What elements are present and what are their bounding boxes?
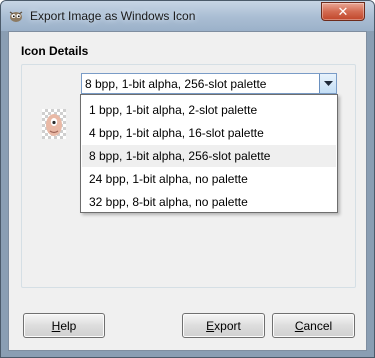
dialog-client-area: Icon Details 8 bpp, 1-bit alpha, 256-slo…	[8, 31, 367, 351]
dialog-window: Export Image as Windows Icon ✕ Icon Deta…	[0, 0, 375, 358]
cancel-mnemonic: C	[294, 318, 304, 333]
window-title: Export Image as Windows Icon	[30, 9, 196, 23]
format-option[interactable]: 24 bpp, 1-bit alpha, no palette	[82, 168, 336, 190]
format-select[interactable]: 8 bpp, 1-bit alpha, 256-slot palette	[81, 73, 337, 94]
title-bar[interactable]: Export Image as Windows Icon ✕	[1, 1, 374, 31]
export-button[interactable]: Export	[182, 313, 265, 338]
chevron-down-icon	[323, 80, 333, 86]
format-option[interactable]: 1 bpp, 1-bit alpha, 2-slot palette	[82, 99, 336, 121]
format-select-button[interactable]	[319, 74, 336, 93]
help-mnemonic: H	[51, 318, 61, 333]
help-button[interactable]: Help	[23, 313, 105, 338]
section-title: Icon Details	[21, 44, 89, 58]
icon-preview-thumbnail	[42, 109, 66, 139]
format-option[interactable]: 4 bpp, 1-bit alpha, 16-slot palette	[82, 122, 336, 144]
format-option[interactable]: 32 bpp, 8-bit alpha, no palette	[82, 191, 336, 213]
cancel-label: ancel	[303, 318, 333, 333]
export-mnemonic: E	[206, 318, 215, 333]
close-button[interactable]: ✕	[321, 2, 365, 21]
format-select-value: 8 bpp, 1-bit alpha, 256-slot palette	[85, 77, 267, 91]
help-label: elp	[60, 318, 77, 333]
cancel-button[interactable]: Cancel	[272, 313, 355, 338]
close-icon: ✕	[337, 3, 349, 19]
wilber-face-icon	[46, 114, 62, 136]
gimp-icon	[9, 11, 23, 22]
format-option-highlighted[interactable]: 8 bpp, 1-bit alpha, 256-slot palette	[82, 145, 336, 167]
format-dropdown-list: 1 bpp, 1-bit alpha, 2-slot palette 4 bpp…	[80, 94, 338, 213]
export-label: xport	[214, 318, 241, 333]
